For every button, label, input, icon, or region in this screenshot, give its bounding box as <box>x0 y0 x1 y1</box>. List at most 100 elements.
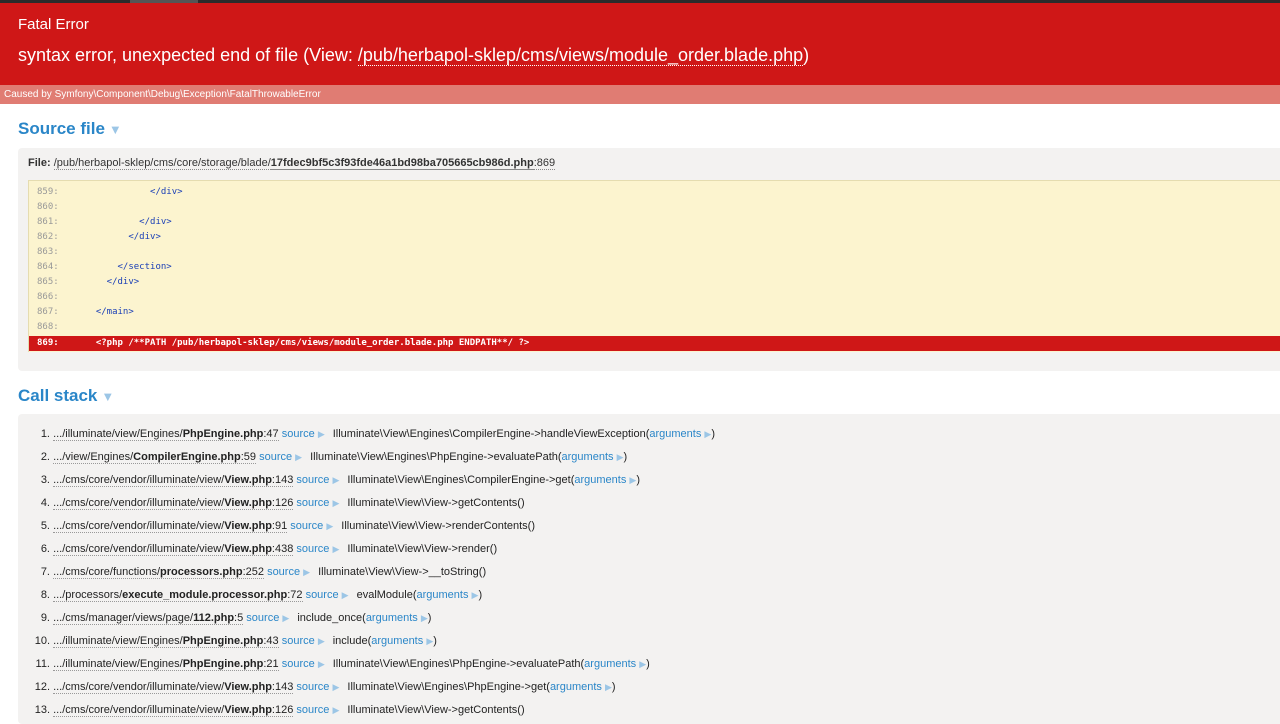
browser-top-bar <box>0 0 1280 3</box>
code-line: 867: </main> <box>29 305 1280 320</box>
frame-file[interactable]: .../view/Engines/CompilerEngine.php:59 <box>53 451 257 464</box>
frame-file-name: CompilerEngine.php <box>133 451 241 463</box>
stack-frame: 13. .../cms/core/vendor/illuminate/view/… <box>18 701 1280 724</box>
frame-line: :438 <box>271 543 294 555</box>
frame-index: 1. <box>40 428 50 440</box>
frame-index: 9. <box>40 612 50 624</box>
frame-line: :252 <box>242 566 264 578</box>
source-link[interactable]: source <box>267 566 300 578</box>
triangle-right-icon[interactable]: ▶ <box>282 613 289 623</box>
stack-frame: 1. .../illuminate/view/Engines/PhpEngine… <box>18 425 1280 448</box>
browser-tab[interactable] <box>130 0 198 3</box>
source-link[interactable]: source <box>246 612 279 624</box>
source-link[interactable]: source <box>296 681 329 693</box>
source-link[interactable]: source <box>296 543 329 555</box>
code-line: 864: </section> <box>29 260 1280 275</box>
line-number: 859: <box>37 187 59 197</box>
source-file-panel: File: /pub/herbapol-sklep/cms/core/stora… <box>18 148 1280 371</box>
arguments-link[interactable]: arguments <box>649 428 701 440</box>
source-link[interactable]: source <box>296 497 329 509</box>
file-line-number: :869 <box>533 157 556 169</box>
triangle-right-icon[interactable]: ▶ <box>318 429 325 439</box>
source-link[interactable]: source <box>282 658 315 670</box>
frame-call-close: ) <box>427 612 432 624</box>
frame-file[interactable]: .../cms/core/vendor/illuminate/view/View… <box>53 681 294 694</box>
triangle-right-icon[interactable]: ▶ <box>421 613 428 623</box>
arguments-link[interactable]: arguments <box>371 635 423 647</box>
triangle-right-icon[interactable]: ▶ <box>333 498 340 508</box>
file-dir[interactable]: /pub/herbapol-sklep/cms/core/storage/bla… <box>53 157 556 170</box>
frame-file[interactable]: .../cms/core/vendor/illuminate/view/View… <box>53 520 288 533</box>
arguments-link[interactable]: arguments <box>550 681 602 693</box>
frame-call-close: ) <box>636 474 641 486</box>
call-stack-list: 1. .../illuminate/view/Engines/PhpEngine… <box>18 414 1280 724</box>
source-link[interactable]: source <box>306 589 339 601</box>
frame-file[interactable]: .../cms/manager/views/page/112.php:5 <box>53 612 244 625</box>
triangle-right-icon[interactable]: ▶ <box>303 567 310 577</box>
frame-file[interactable]: .../cms/core/vendor/illuminate/view/View… <box>53 497 294 510</box>
arguments-link[interactable]: arguments <box>574 474 626 486</box>
frame-file[interactable]: .../cms/core/vendor/illuminate/view/View… <box>53 474 294 487</box>
frame-file-name: 112.php <box>193 612 235 624</box>
source-link[interactable]: source <box>282 635 315 647</box>
frame-line: :126 <box>271 497 294 509</box>
code-text: <?php /**PATH /pub/herbapol-sklep/cms/vi… <box>85 338 530 348</box>
triangle-right-icon[interactable]: ▶ <box>617 452 624 462</box>
frame-file[interactable]: .../illuminate/view/Engines/PhpEngine.ph… <box>53 428 279 441</box>
call-stack-heading[interactable]: Call stack ▼ <box>18 386 114 406</box>
arguments-link[interactable]: arguments <box>562 451 614 463</box>
frame-file-name: View.php <box>224 520 272 532</box>
source-file-heading[interactable]: Source file ▼ <box>18 119 122 139</box>
triangle-down-icon[interactable]: ▼ <box>109 122 122 137</box>
arguments-link[interactable]: arguments <box>417 589 469 601</box>
frame-file[interactable]: .../illuminate/view/Engines/PhpEngine.ph… <box>53 658 279 671</box>
triangle-right-icon[interactable]: ▶ <box>326 521 333 531</box>
triangle-right-icon[interactable]: ▶ <box>318 659 325 669</box>
frame-call-close: ) <box>711 428 716 440</box>
error-message-suffix: ) <box>803 45 810 65</box>
error-type: Fatal Error <box>18 16 89 33</box>
frame-line: :143 <box>271 474 294 486</box>
triangle-right-icon[interactable]: ▶ <box>295 452 302 462</box>
triangle-right-icon[interactable]: ▶ <box>333 544 340 554</box>
arguments-link[interactable]: arguments <box>366 612 418 624</box>
frame-file[interactable]: .../processors/execute_module.processor.… <box>53 589 303 602</box>
line-number: 866: <box>37 292 59 302</box>
triangle-right-icon[interactable]: ▶ <box>342 590 349 600</box>
frame-index: 11. <box>35 658 50 670</box>
triangle-down-icon[interactable]: ▼ <box>101 389 114 404</box>
frame-call: Illuminate\View\Engines\CompilerEngine->… <box>347 474 575 486</box>
frame-call-close: ) <box>433 635 437 647</box>
line-number: 868: <box>37 322 59 332</box>
code-line: 861: </div> <box>29 215 1280 230</box>
source-link[interactable]: source <box>259 451 292 463</box>
stack-frame: 2. .../view/Engines/CompilerEngine.php:5… <box>18 448 1280 471</box>
frame-file-name: View.php <box>224 681 272 693</box>
line-number: 862: <box>37 232 59 242</box>
code-line: 866: <box>29 290 1280 305</box>
source-link[interactable]: source <box>296 704 329 716</box>
file-label: File: <box>28 157 51 169</box>
error-view-path[interactable]: /pub/herbapol-sklep/cms/views/module_ord… <box>357 45 804 66</box>
stack-frame: 10. .../illuminate/view/Engines/PhpEngin… <box>18 632 1280 655</box>
triangle-right-icon[interactable]: ▶ <box>333 475 340 485</box>
line-number: 865: <box>37 277 59 287</box>
frame-line: :143 <box>271 681 294 693</box>
frame-file[interactable]: .../cms/core/vendor/illuminate/view/View… <box>53 543 294 556</box>
source-link[interactable]: source <box>290 520 323 532</box>
triangle-right-icon[interactable]: ▶ <box>318 636 325 646</box>
arguments-link[interactable]: arguments <box>584 658 636 670</box>
frame-file[interactable]: .../cms/core/functions/processors.php:25… <box>53 566 264 579</box>
triangle-right-icon[interactable]: ▶ <box>333 682 340 692</box>
frame-index: 8. <box>40 589 50 601</box>
source-link[interactable]: source <box>296 474 329 486</box>
source-link[interactable]: source <box>282 428 315 440</box>
code-line: 863: <box>29 245 1280 260</box>
line-number: 864: <box>37 262 59 272</box>
frame-call-close: ) <box>478 589 483 601</box>
frame-file[interactable]: .../illuminate/view/Engines/PhpEngine.ph… <box>53 635 279 648</box>
frame-call: Illuminate\View\View->getContents() <box>347 704 525 716</box>
frame-call: Illuminate\View\View->render() <box>347 543 498 555</box>
triangle-right-icon[interactable]: ▶ <box>605 682 612 692</box>
triangle-right-icon[interactable]: ▶ <box>333 705 340 715</box>
